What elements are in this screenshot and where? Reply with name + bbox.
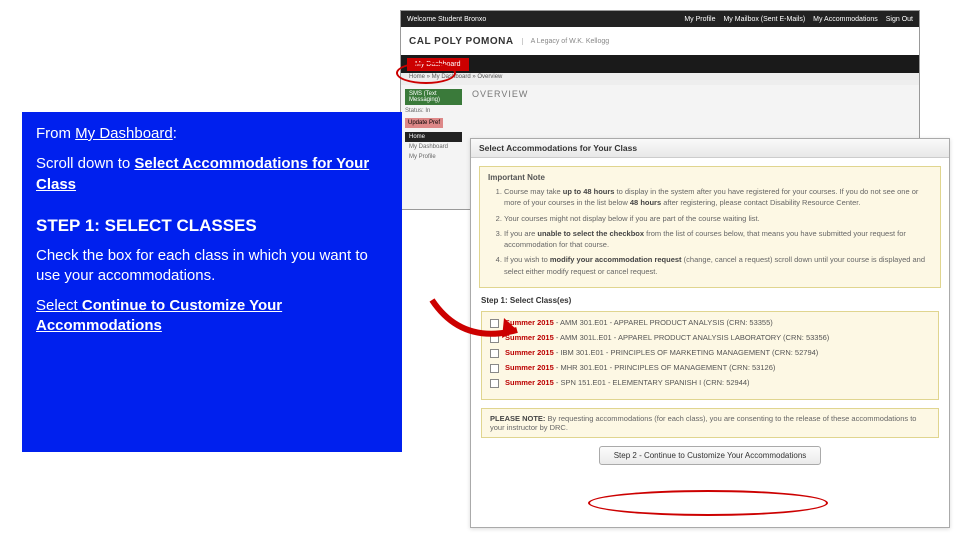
please-note-text: By requesting accommodations (for each c…: [490, 414, 916, 432]
text: Select: [36, 297, 82, 314]
step1-title: Step 1: Select Class(es): [481, 296, 939, 305]
breadcrumb: Home » My Dashboard » Overview: [401, 73, 919, 85]
bg-nav-strip: My Dashboard: [401, 55, 919, 73]
important-note-title: Important Note: [488, 173, 932, 182]
sms-status: Status: In: [405, 108, 462, 114]
term-label: Summer 2015: [505, 363, 554, 372]
term-label: Summer 2015: [505, 333, 554, 342]
class-label: - AMM 301L.E01 - APPAREL PRODUCT ANALYSI…: [554, 333, 830, 342]
text: From: [36, 125, 75, 142]
sidebar-home[interactable]: Home: [405, 132, 462, 142]
sms-widget: SMS (Text Messaging): [405, 89, 462, 105]
class-list: Summer 2015 - AMM 301.E01 - APPAREL PROD…: [481, 311, 939, 400]
important-note-list: Course may take up to 48 hours to displa…: [488, 186, 932, 277]
term-label: Summer 2015: [505, 318, 554, 327]
term-label: Summer 2015: [505, 348, 554, 357]
site-logo: CAL POLY POMONA: [409, 36, 514, 47]
checkbox-class-5[interactable]: [490, 379, 499, 388]
nav-mailbox[interactable]: My Mailbox (Sent E-Mails): [723, 16, 805, 23]
update-pref-button[interactable]: Update Pref: [405, 118, 443, 128]
instruction-line-1: From My Dashboard:: [36, 124, 388, 144]
nav-signout[interactable]: Sign Out: [886, 16, 913, 23]
tab-my-dashboard[interactable]: My Dashboard: [407, 58, 469, 71]
overview-heading: OVERVIEW: [472, 89, 913, 99]
note-item-1: Course may take up to 48 hours to displa…: [504, 186, 932, 209]
nav-profile[interactable]: My Profile: [684, 16, 715, 23]
panel-title: Select Accommodations for Your Class: [471, 139, 949, 158]
bg-sidebar: SMS (Text Messaging) Status: In Update P…: [401, 85, 466, 166]
note-item-2: Your courses might not display below if …: [504, 213, 932, 224]
class-row-3: Summer 2015 - IBM 301.E01 - PRINCIPLES O…: [490, 348, 930, 358]
term-label: Summer 2015: [505, 378, 554, 387]
sidebar-dashboard[interactable]: My Dashboard: [405, 142, 462, 152]
checkbox-class-2[interactable]: [490, 334, 499, 343]
please-note-box: PLEASE NOTE: By requesting accommodation…: [481, 408, 939, 438]
instruction-panel: From My Dashboard: Scroll down to Select…: [22, 112, 402, 452]
class-label: - MHR 301.E01 - PRINCIPLES OF MANAGEMENT…: [554, 363, 776, 372]
sidebar-profile[interactable]: My Profile: [405, 152, 462, 162]
text: Scroll down to: [36, 155, 134, 172]
instruction-line-3: Check the box for each class in which yo…: [36, 246, 388, 287]
note-item-3: If you are unable to select the checkbox…: [504, 228, 932, 251]
nav-accommodations[interactable]: My Accommodations: [813, 16, 878, 23]
class-label: - AMM 301.E01 - APPAREL PRODUCT ANALYSIS…: [554, 318, 773, 327]
text-underline: My Dashboard: [75, 125, 173, 142]
text: :: [173, 125, 177, 142]
class-row-4: Summer 2015 - MHR 301.E01 - PRINCIPLES O…: [490, 363, 930, 373]
instruction-line-4: Select Continue to Customize Your Accomm…: [36, 296, 388, 337]
class-row-5: Summer 2015 - SPN 151.E01 - ELEMENTARY S…: [490, 378, 930, 388]
class-label: - IBM 301.E01 - PRINCIPLES OF MARKETING …: [554, 348, 819, 357]
instruction-line-2: Scroll down to Select Accommodations for…: [36, 154, 388, 195]
step-heading: STEP 1: SELECT CLASSES: [36, 215, 388, 238]
class-label: - SPN 151.E01 - ELEMENTARY SPANISH I (CR…: [554, 378, 750, 387]
checkbox-class-4[interactable]: [490, 364, 499, 373]
continue-button[interactable]: Step 2 - Continue to Customize Your Acco…: [599, 446, 822, 465]
bg-header: CAL POLY POMONA A Legacy of W.K. Kellogg: [401, 27, 919, 55]
note-item-4: If you wish to modify your accommodation…: [504, 254, 932, 277]
checkbox-class-3[interactable]: [490, 349, 499, 358]
bg-topbar: Welcome Student Bronxo My Profile My Mai…: [401, 11, 919, 27]
class-row-2: Summer 2015 - AMM 301L.E01 - APPAREL PRO…: [490, 333, 930, 343]
bg-topnav: My Profile My Mailbox (Sent E-Mails) My …: [684, 16, 913, 23]
class-row-1: Summer 2015 - AMM 301.E01 - APPAREL PROD…: [490, 318, 930, 328]
important-note-box: Important Note Course may take up to 48 …: [479, 166, 941, 288]
continue-button-wrap: Step 2 - Continue to Customize Your Acco…: [471, 446, 949, 465]
please-note-label: PLEASE NOTE:: [490, 414, 545, 423]
select-accommodations-panel: Select Accommodations for Your Class Imp…: [470, 138, 950, 528]
site-tagline: A Legacy of W.K. Kellogg: [522, 38, 610, 45]
welcome-text: Welcome Student Bronxo: [407, 16, 486, 23]
checkbox-class-1[interactable]: [490, 319, 499, 328]
